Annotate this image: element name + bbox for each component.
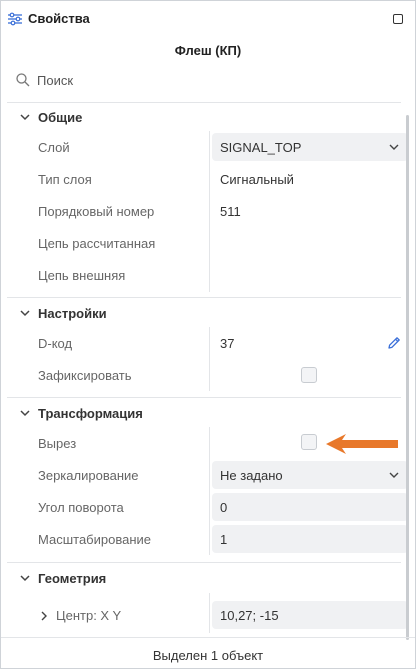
- fix-label: Зафиксировать: [38, 368, 132, 383]
- properties-panel: Свойства Флеш (КП) Поиск Общие Слой SIGN…: [0, 0, 416, 669]
- status-bar: Выделен 1 объект: [1, 637, 415, 669]
- annotation-arrow-icon: [326, 434, 398, 454]
- divider: [7, 297, 401, 298]
- section-transform-label: Трансформация: [38, 406, 143, 421]
- object-title: Флеш (КП): [174, 43, 242, 58]
- pencil-icon[interactable]: [386, 335, 402, 351]
- column-divider: [209, 427, 210, 555]
- status-text: Выделен 1 объект: [152, 648, 264, 663]
- center-input[interactable]: 10,27; -15: [212, 601, 408, 629]
- panel-titlebar: Свойства: [1, 1, 415, 37]
- column-divider: [209, 327, 210, 391]
- dcode-value: 37: [220, 336, 235, 351]
- search-placeholder: Поиск: [37, 73, 74, 88]
- chevron-right-icon[interactable]: [38, 610, 50, 622]
- search-icon: [16, 73, 30, 87]
- divider: [7, 102, 401, 103]
- chevron-down-icon: [20, 575, 30, 582]
- chevron-down-icon: [389, 144, 399, 150]
- mirror-select[interactable]: Не задано: [212, 461, 408, 489]
- divider: [7, 562, 401, 563]
- chevron-down-icon: [20, 114, 30, 121]
- scale-value: 1: [220, 532, 228, 547]
- order-label: Порядковый номер: [38, 204, 155, 219]
- scale-label: Масштабирование: [38, 532, 152, 547]
- rotation-input[interactable]: 0: [212, 493, 408, 521]
- layer-type-label: Тип слоя: [38, 172, 92, 187]
- layer-label: Слой: [38, 140, 70, 155]
- mirror-value: Не задано: [220, 468, 283, 483]
- section-general-label: Общие: [38, 110, 83, 125]
- net-ext-label: Цепь внешняя: [38, 268, 126, 283]
- section-settings-header[interactable]: Настройки: [1, 303, 401, 323]
- panel-title: Свойства: [28, 11, 90, 26]
- chevron-down-icon: [20, 410, 30, 417]
- layer-type-value: Сигнальный: [220, 172, 294, 187]
- dcode-label: D-код: [38, 336, 73, 351]
- divider: [7, 397, 401, 398]
- maximize-icon[interactable]: [393, 14, 403, 24]
- scrollbar[interactable]: [406, 115, 409, 640]
- section-general-header[interactable]: Общие: [1, 107, 401, 127]
- section-geometry-label: Геометрия: [38, 571, 107, 586]
- order-value: 511: [220, 204, 241, 219]
- center-value: 10,27; -15: [220, 608, 279, 623]
- center-label: Центр: X Y: [56, 608, 122, 623]
- rotation-label: Угол поворота: [38, 500, 124, 515]
- chevron-down-icon: [389, 472, 399, 478]
- column-divider: [209, 593, 210, 633]
- chevron-down-icon: [20, 310, 30, 317]
- section-settings-label: Настройки: [38, 306, 107, 321]
- mirror-label: Зеркалирование: [38, 468, 139, 483]
- fix-checkbox[interactable]: [301, 367, 317, 383]
- sliders-icon: [8, 12, 22, 26]
- net-calc-label: Цепь рассчитанная: [38, 236, 156, 251]
- rotation-value: 0: [220, 500, 228, 515]
- layer-value: SIGNAL_TOP: [220, 140, 302, 155]
- section-geometry-header[interactable]: Геометрия: [1, 568, 401, 588]
- layer-select[interactable]: SIGNAL_TOP: [212, 133, 408, 161]
- search-input[interactable]: Поиск: [15, 71, 405, 91]
- column-divider: [209, 131, 210, 292]
- section-transform-header[interactable]: Трансформация: [1, 403, 401, 423]
- scale-input[interactable]: 1: [212, 525, 408, 553]
- cutout-label: Вырез: [38, 436, 77, 451]
- cutout-checkbox[interactable]: [301, 434, 317, 450]
